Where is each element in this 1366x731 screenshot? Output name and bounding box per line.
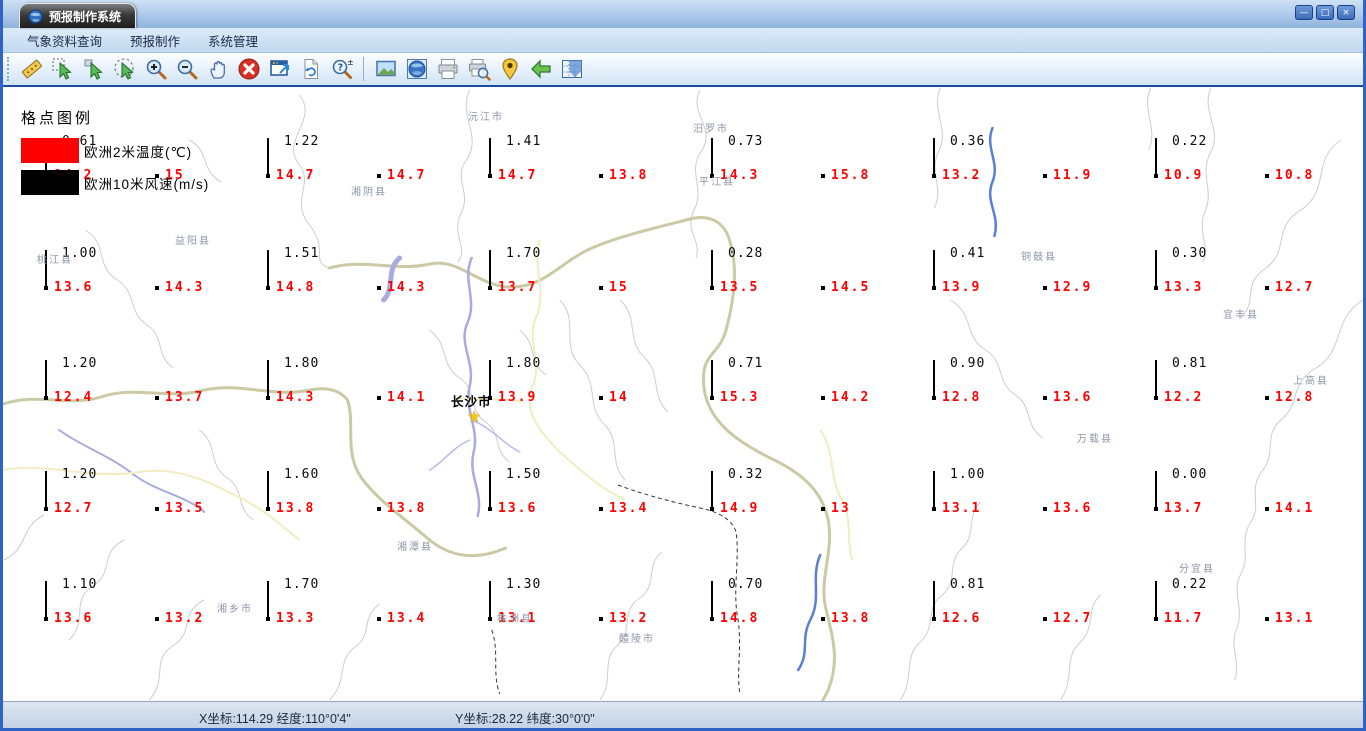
select-region-icon: [52, 58, 72, 80]
grid-select-button[interactable]: [556, 55, 587, 83]
identify-zoom-button[interactable]: ? ±: [326, 55, 357, 83]
back-arrow-icon: [530, 59, 551, 79]
status-y-coordinate: Y坐标:28.22 纬度:30°0'0": [455, 712, 595, 726]
marker-pin-icon: [501, 58, 518, 80]
wind-legend-label: 欧洲10米风速(m/s): [84, 176, 210, 192]
pan-hand-icon: [210, 60, 225, 79]
place-label: 万载县: [1077, 434, 1113, 445]
zoom-in-button[interactable]: [140, 55, 171, 83]
capital-star-icon: ★: [467, 409, 482, 426]
place-label: 平江县: [699, 177, 735, 188]
wind-swatch: [21, 170, 79, 195]
place-label: 湘阴县: [351, 187, 387, 198]
refresh-page-icon: [304, 59, 318, 79]
place-label: 分宜县: [1179, 564, 1215, 575]
print-preview-icon: [468, 59, 491, 81]
menu-bar: 气象资料查询 预报制作 系统管理: [3, 28, 1363, 53]
place-label: 上高县: [1293, 376, 1329, 387]
select-button[interactable]: [78, 55, 109, 83]
back-button[interactable]: [525, 55, 556, 83]
place-label: 湘潭县: [397, 542, 433, 553]
menu-item-weather-data-query[interactable]: 气象资料查询: [13, 28, 116, 53]
globe-view-button[interactable]: [401, 55, 432, 83]
window-controls: — □ ×: [1295, 5, 1355, 20]
stop-button[interactable]: [233, 55, 264, 83]
place-label: 益阳县: [175, 236, 211, 247]
refresh-button[interactable]: [295, 55, 326, 83]
print-preview-button[interactable]: [463, 55, 494, 83]
pan-button[interactable]: [202, 55, 233, 83]
identify-zoom-icon: ? ±: [332, 58, 354, 79]
legend-title: 格点图例: [21, 110, 94, 127]
map-area[interactable]: 14.20.611514.71.2214.714.71.4113.814.30.…: [3, 87, 1363, 701]
ruler-icon: [21, 59, 42, 79]
minimize-button[interactable]: —: [1295, 5, 1313, 20]
zoom-out-icon: [177, 59, 197, 80]
temperature-legend-label: 欧洲2米温度(℃): [84, 144, 193, 160]
place-label: 沅江市: [468, 112, 504, 123]
close-button[interactable]: ×: [1337, 5, 1355, 20]
window-title: 预报制作系统: [49, 9, 122, 24]
globe-icon: [406, 59, 427, 79]
place-label: 汨罗市: [693, 124, 729, 135]
place-label: 铜鼓县: [1021, 252, 1057, 263]
globe-logo-icon: [28, 8, 43, 24]
temperature-swatch: [21, 138, 79, 163]
select-circle-button[interactable]: [109, 55, 140, 83]
place-label: 宜丰县: [1223, 310, 1259, 321]
legend-row-wind: 欧洲10米风速(m/s): [21, 170, 209, 195]
place-label: 桃江县: [37, 255, 73, 266]
toolbar-separator: [363, 57, 364, 81]
status-bar: X坐标:114.29 经度:110°0'4" Y坐标:28.22 纬度:30°0…: [3, 701, 1363, 728]
ruler-button[interactable]: [16, 55, 47, 83]
menu-item-system-management[interactable]: 系统管理: [194, 28, 272, 53]
grid-select-icon: [561, 60, 582, 78]
zoom-in-icon: [146, 59, 166, 80]
grid-legend: 格点图例 欧洲2米温度(℃) 欧洲10米风速(m/s): [21, 107, 209, 202]
app-window: 预报制作系统 — □ × 气象资料查询 预报制作 系统管理 ? ± 0.61 1…: [0, 0, 1366, 731]
image-icon: [375, 60, 396, 77]
select-icon: [84, 59, 103, 80]
svg-text:±: ±: [347, 58, 354, 67]
toolbar-grip: [7, 57, 12, 81]
print-button[interactable]: [432, 55, 463, 83]
place-label: 湘乡市: [217, 604, 253, 615]
title-bar: 预报制作系统 — □ ×: [3, 0, 1363, 28]
export-window-icon: [269, 60, 289, 76]
toolbar: ? ±: [3, 53, 1363, 87]
place-label: 株洲县: [497, 614, 533, 625]
legend-row-temperature: 欧洲2米温度(℃): [21, 138, 209, 163]
place-label: 醴陵市: [619, 634, 655, 645]
capital-city-label: 长沙市: [451, 394, 492, 409]
marker-button[interactable]: [494, 55, 525, 83]
svg-text:?: ?: [337, 62, 343, 73]
select-region-button[interactable]: [47, 55, 78, 83]
export-window-button[interactable]: [264, 55, 295, 83]
stop-icon: [238, 58, 259, 80]
menu-item-forecast-production[interactable]: 预报制作: [116, 28, 194, 53]
select-circle-icon: [114, 58, 134, 80]
print-icon: [438, 59, 457, 79]
title-tab: 预报制作系统: [19, 3, 137, 28]
restore-button[interactable]: □: [1316, 5, 1334, 20]
zoom-out-button[interactable]: [171, 55, 202, 83]
image-button[interactable]: [370, 55, 401, 83]
status-x-coordinate: X坐标:114.29 经度:110°0'4": [199, 712, 351, 726]
